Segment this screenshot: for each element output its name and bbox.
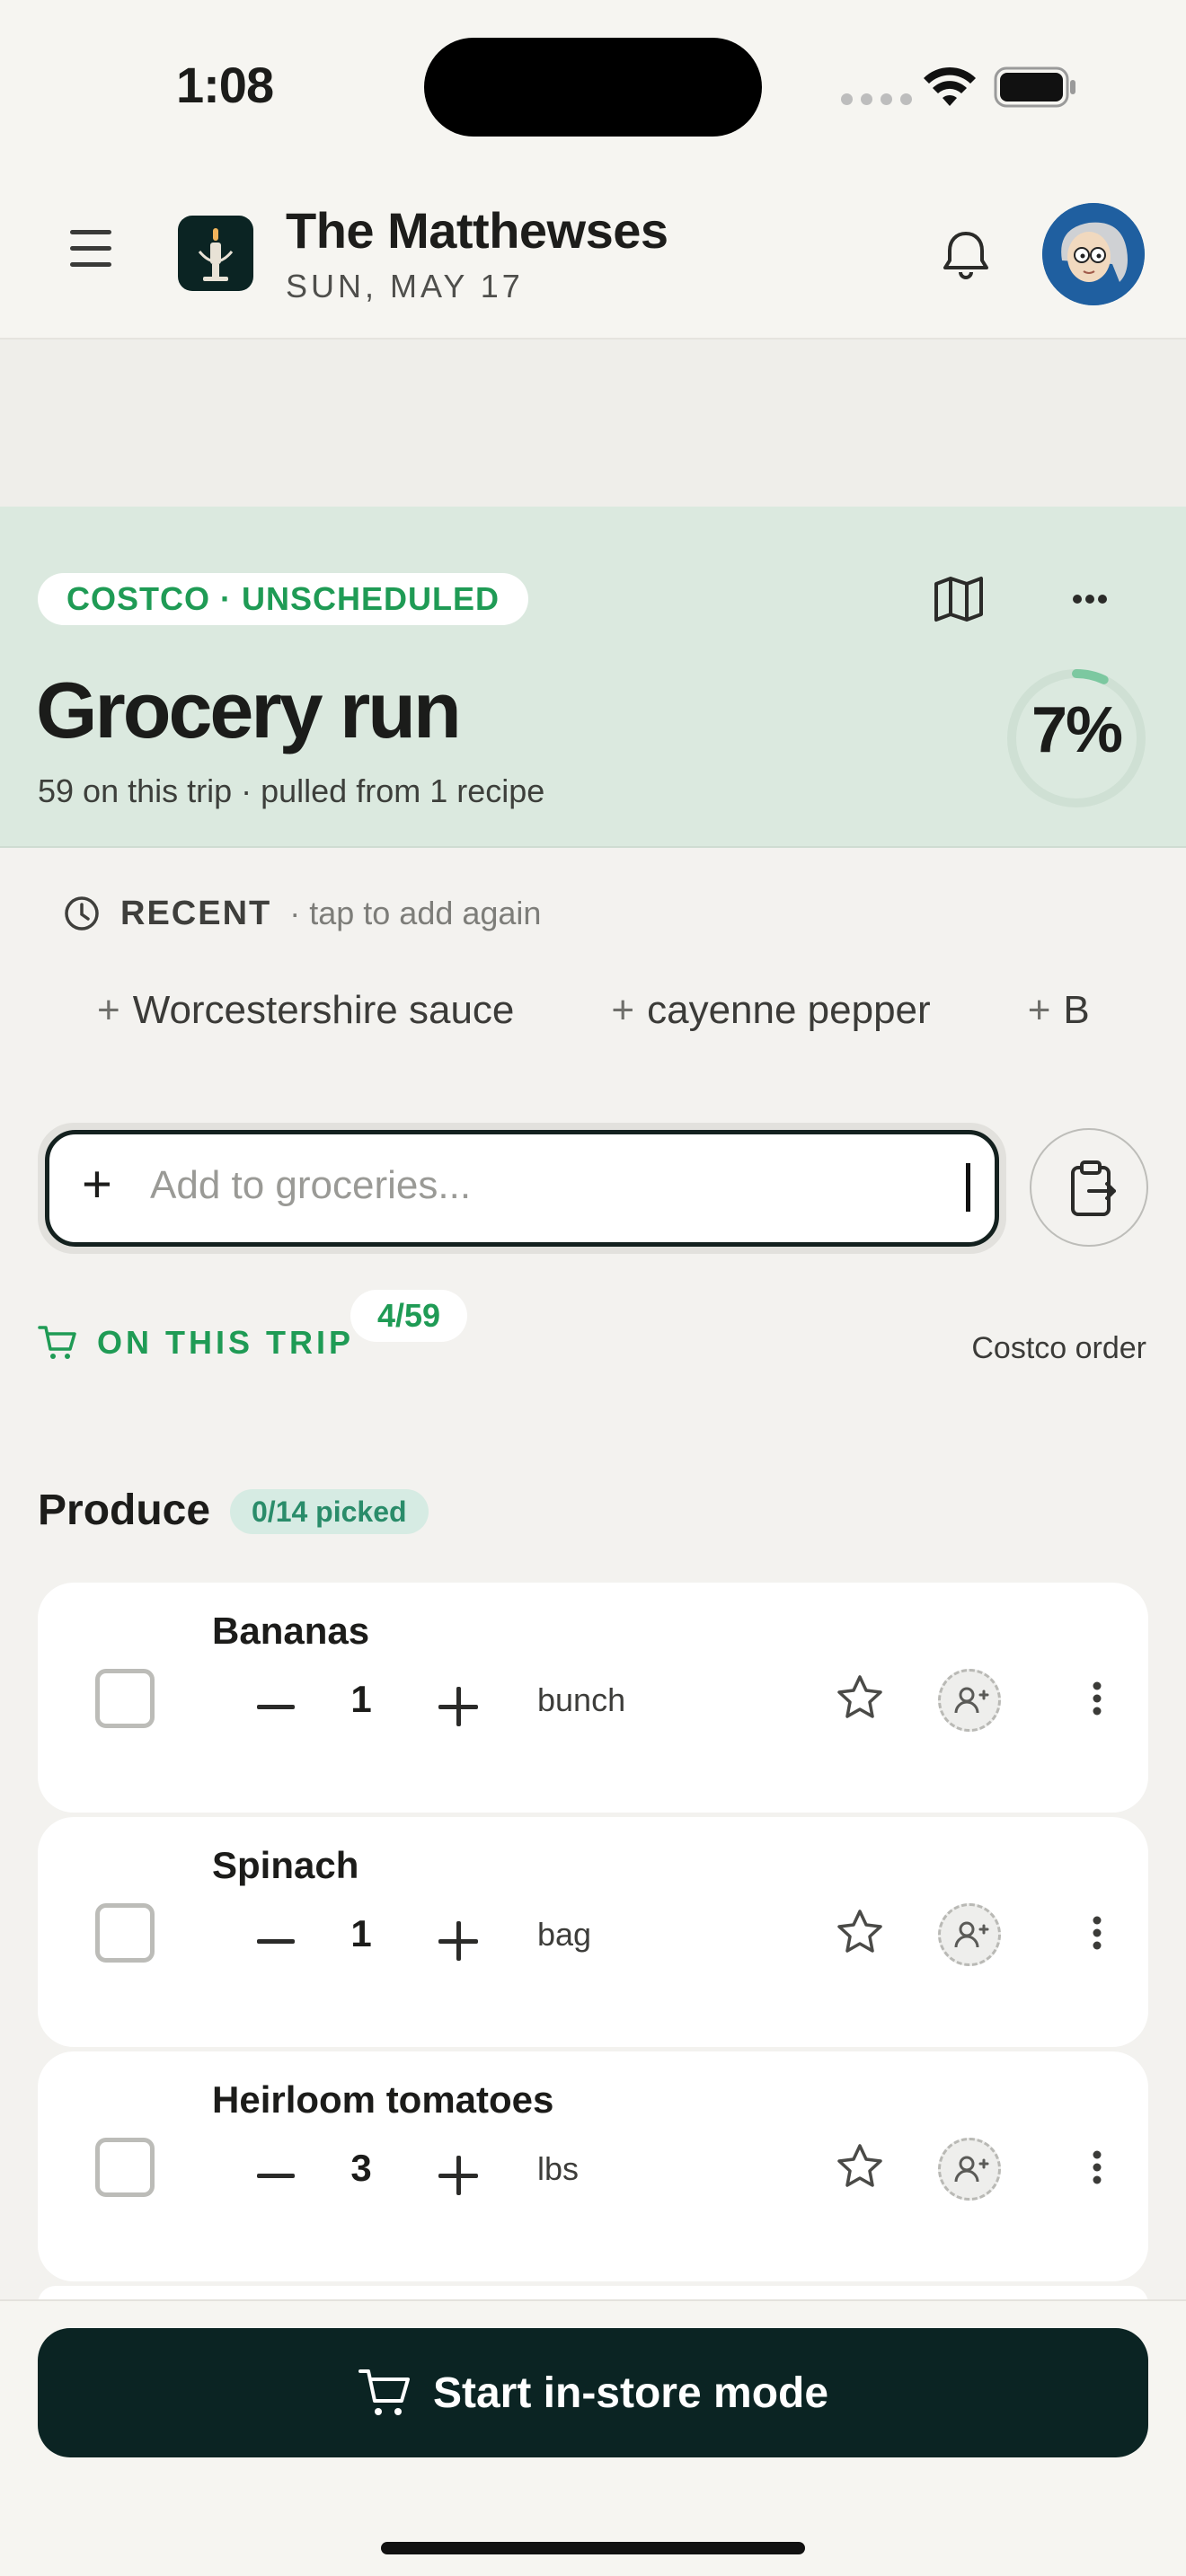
user-plus-icon xyxy=(954,1687,989,1714)
assign-person-button[interactable] xyxy=(938,1903,1001,1966)
item-quantity: 3 xyxy=(350,2147,372,2189)
status-time: 1:08 xyxy=(176,57,274,113)
household-name[interactable]: The Matthewses xyxy=(286,201,668,260)
app-header: The Matthewses SUN, MAY 17 xyxy=(0,171,1186,340)
cta-label: Start in-store mode xyxy=(432,2369,829,2417)
category-picked-badge: 0/14 picked xyxy=(230,1489,429,1534)
item-unit: bag xyxy=(537,1916,592,1953)
progress-percent: 7% xyxy=(1031,694,1123,766)
home-indicator xyxy=(381,2542,805,2554)
recent-chip[interactable]: + Worcestershire sauce xyxy=(97,988,514,1033)
plus-icon: + xyxy=(97,988,120,1032)
text-cursor xyxy=(966,1163,970,1212)
trip-hero: COSTCO · UNSCHEDULED Grocery run 59 on t… xyxy=(0,507,1186,848)
trip-title: Grocery run xyxy=(36,666,462,754)
more-vertical-icon[interactable] xyxy=(1067,2138,1127,2197)
more-horizontal-icon[interactable] xyxy=(1058,568,1121,631)
plus-icon: + xyxy=(611,988,635,1032)
bell-icon[interactable] xyxy=(934,223,997,286)
store-badge[interactable]: COSTCO · UNSCHEDULED xyxy=(38,573,529,625)
header-spacer xyxy=(0,340,1186,507)
recent-chip[interactable]: + cayenne pepper xyxy=(611,988,930,1033)
trip-subtitle: 59 on this trip · pulled from 1 recipe xyxy=(38,772,545,809)
item-quantity: 1 xyxy=(350,1912,372,1954)
item-unit: lbs xyxy=(537,2150,580,2187)
status-bar: 1:08 xyxy=(0,0,1186,171)
battery-icon xyxy=(994,66,1075,108)
item-unit: bunch xyxy=(537,1681,626,1718)
dynamic-island xyxy=(424,38,762,137)
trip-section-header: ON THIS TRIP xyxy=(38,1324,354,1362)
category-title: Produce xyxy=(38,1486,211,1534)
user-avatar[interactable] xyxy=(1042,203,1145,305)
household-logo xyxy=(178,216,253,291)
item-name: Spinach xyxy=(212,1844,359,1886)
increase-quantity-button[interactable] xyxy=(433,2148,487,2202)
recent-chips: + Worcestershire sauce + cayenne pepper + B xyxy=(97,988,1123,1045)
add-grocery-input[interactable] xyxy=(150,1154,923,1217)
assign-person-button[interactable] xyxy=(938,1669,1001,1732)
item-name: Heirloom tomatoes xyxy=(212,2078,554,2121)
recent-chip[interactable]: + B xyxy=(1028,988,1090,1033)
trip-section-title: ON THIS TRIP xyxy=(97,1324,355,1361)
wifi-icon xyxy=(924,66,976,106)
user-plus-icon xyxy=(954,1921,989,1948)
item-quantity: 1 xyxy=(350,1678,372,1720)
star-icon[interactable] xyxy=(830,1669,890,1728)
grocery-item: Heirloom tomatoes 3 lbs xyxy=(38,2051,1148,2281)
map-icon[interactable] xyxy=(927,568,990,631)
trip-count-badge: 4/59 xyxy=(350,1290,468,1342)
cart-icon xyxy=(38,1326,76,1359)
add-grocery-field: + xyxy=(38,1123,1006,1254)
more-vertical-icon[interactable] xyxy=(1067,1903,1127,1963)
grocery-item: Spinach 1 bag xyxy=(38,1817,1148,2047)
recent-title: RECENT xyxy=(120,894,272,932)
plus-icon: + xyxy=(82,1155,112,1213)
bottom-action-bar: Start in-store mode xyxy=(0,2299,1186,2576)
start-in-store-mode-button[interactable]: Start in-store mode xyxy=(38,2328,1148,2457)
more-vertical-icon[interactable] xyxy=(1067,1669,1127,1728)
increase-quantity-button[interactable] xyxy=(433,1680,487,1734)
star-icon[interactable] xyxy=(830,1903,890,1963)
decrease-quantity-button[interactable] xyxy=(250,1680,304,1734)
item-checkbox[interactable] xyxy=(95,1669,155,1728)
clipboard-export-icon xyxy=(1071,1160,1116,1216)
item-checkbox[interactable] xyxy=(95,2138,155,2197)
clock-icon xyxy=(65,896,99,931)
menu-icon[interactable] xyxy=(70,230,111,267)
paste-list-button[interactable] xyxy=(1030,1128,1148,1247)
star-icon[interactable] xyxy=(830,2138,890,2197)
recent-header: RECENT · tap to add again xyxy=(63,891,541,936)
item-checkbox[interactable] xyxy=(95,1903,155,1963)
plus-icon: + xyxy=(1027,988,1051,1032)
item-name: Bananas xyxy=(212,1610,370,1652)
decrease-quantity-button[interactable] xyxy=(250,2148,304,2202)
increase-quantity-button[interactable] xyxy=(433,1914,487,1968)
decrease-quantity-button[interactable] xyxy=(250,1914,304,1968)
cellular-signal-icon xyxy=(841,93,912,105)
assign-person-button[interactable] xyxy=(938,2138,1001,2201)
user-plus-icon xyxy=(954,2156,989,2183)
store-order-link[interactable]: Costco order xyxy=(971,1331,1146,1366)
recent-hint: · tap to add again xyxy=(289,895,542,931)
grocery-item: Bananas 1 bunch xyxy=(38,1583,1148,1813)
header-date: SUN, MAY 17 xyxy=(286,268,524,304)
cart-icon xyxy=(358,2369,410,2415)
